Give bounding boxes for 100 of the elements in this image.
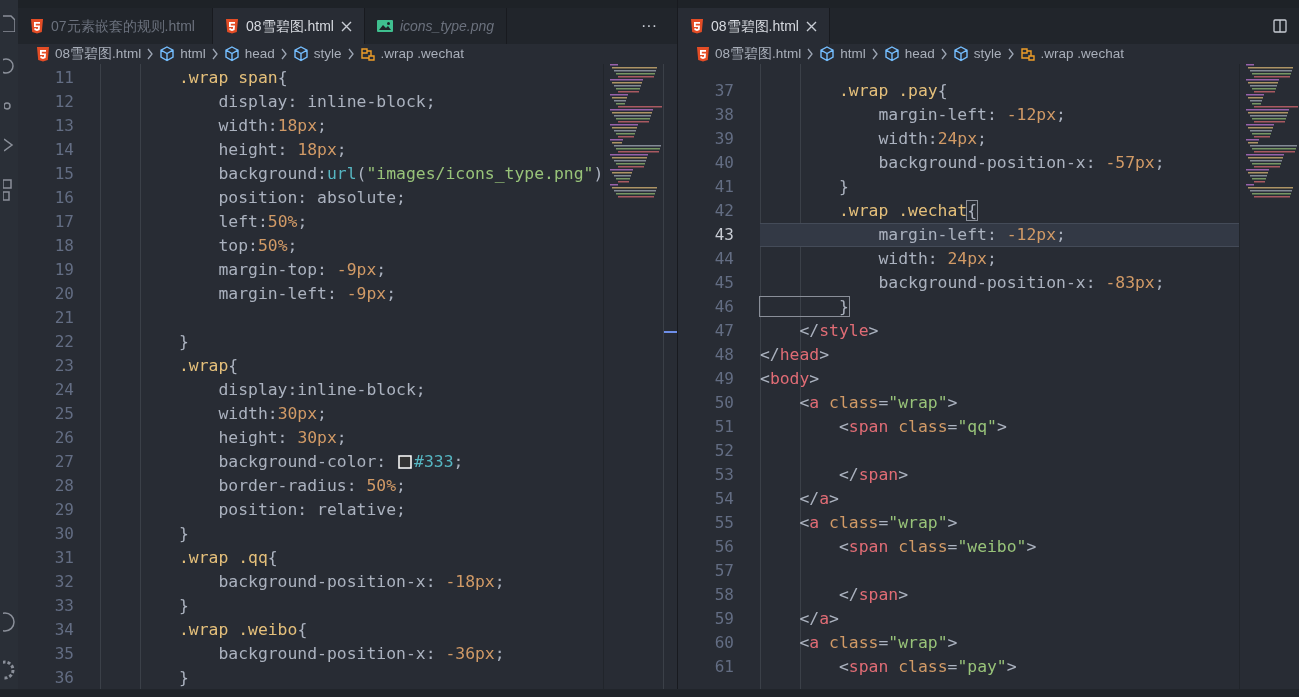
line-number: 56 [714,537,734,556]
code-text: .wrap span{ [177,67,288,89]
more-actions-button[interactable]: ··· [641,14,657,38]
line-number: 32 [54,572,74,591]
line-number: 28 [54,476,74,495]
line-number: 23 [54,356,74,375]
code-text: margin-left: -9px; [217,283,397,305]
extensions-icon[interactable] [3,178,15,202]
breadcrumb-item[interactable]: style [973,43,1002,65]
line-number: 17 [54,212,74,231]
code-text: </style> [798,320,879,342]
line-number: 51 [714,417,734,436]
breadcrumb-item[interactable]: 08雪碧图.html [55,43,142,65]
line-number: 25 [54,404,74,423]
line-number: 29 [54,500,74,519]
chevron-icon [939,48,948,60]
run-icon[interactable] [4,138,14,152]
split-editor-icon[interactable] [1273,19,1287,33]
scroll-marker [664,331,677,333]
line-number: 39 [714,129,734,148]
line-number: 54 [714,489,734,508]
breadcrumb-item[interactable]: .wrap .wechat [1040,43,1124,65]
cube-icon [952,46,969,62]
code-text: width:30px; [217,403,327,425]
selector-icon [1019,46,1036,62]
code-text: } [177,331,189,353]
code-text: border-radius: 50%; [217,475,406,497]
code-text: </a> [798,608,839,630]
code-text: background-position-x: -83px; [877,272,1165,294]
line-number: 55 [714,513,734,532]
line-number: 58 [714,585,734,604]
line-number: 33 [54,596,74,615]
line-number: 52 [714,441,734,460]
line-number: 53 [714,465,734,484]
breadcrumb-item[interactable]: 08雪碧图.html [715,43,802,65]
code-text: } [177,595,189,617]
line-number: 61 [714,657,734,676]
line-number: 13 [54,116,74,135]
line-number: 26 [54,428,74,447]
html-file-icon [30,18,44,34]
code-text: margin-top: -9px; [217,259,387,281]
cube-icon [883,46,900,62]
code-text: top:50%; [217,235,298,257]
code-text: .wrap .qq{ [177,547,278,569]
line-number: 35 [54,644,74,663]
close-icon[interactable] [805,20,817,32]
cube-icon [292,46,309,62]
line-number: 48 [714,345,734,364]
selector-icon [359,46,376,62]
editor-tab[interactable]: 08雪碧图.html [213,8,365,44]
breadcrumb-item[interactable]: .wrap .wechat [380,43,464,65]
breadcrumb-item[interactable]: html [840,43,866,65]
line-number: 46 [714,297,734,316]
line-number: 19 [54,260,74,279]
line-number: 47 [714,321,734,340]
code-text: position: absolute; [217,187,406,209]
close-icon[interactable] [340,20,352,32]
breadcrumb-item[interactable]: head [244,43,275,65]
code-text: } [760,295,849,319]
code-text: background-position-x: -18px; [217,571,505,593]
line-number: 12 [54,92,74,111]
line-number: 50 [714,393,734,412]
line-number: 41 [714,177,734,196]
code-text: <a class="wrap"> [798,392,958,414]
line-number: 18 [54,236,74,255]
cube-icon [223,46,240,62]
code-text: } [177,667,189,689]
line-number: 30 [54,524,74,543]
code-text: .wrap .weibo{ [177,619,308,641]
code-text: display:inline-block; [217,379,426,401]
breadcrumb-item[interactable]: head [904,43,935,65]
files-icon[interactable] [3,14,15,32]
code-text: #333; [414,451,464,473]
breadcrumb-item[interactable]: html [180,43,206,65]
code-text: <a class="wrap"> [798,632,958,654]
code-text: } [837,176,849,198]
code-text: height: 30px; [217,427,347,449]
code-text: </span> [837,464,909,486]
code-text: </a> [798,488,839,510]
editor-tab[interactable]: 08雪碧图.html [678,8,830,44]
chevron-icon [870,48,879,60]
html-file-icon [696,46,710,62]
breadcrumb-item[interactable]: style [313,43,342,65]
code-text: .wrap .wechat{ [837,200,978,222]
line-number: 36 [54,668,74,687]
line-number: 37 [714,81,734,100]
line-number: 11 [54,68,74,87]
code-text: </span> [837,584,909,606]
code-text: background-position-x: -36px; [217,643,505,665]
line-number: 14 [54,140,74,159]
code-text: display: inline-block; [217,91,436,113]
cube-icon [819,46,836,62]
code-text: <span class="pay"> [837,656,1017,678]
color-swatch-icon[interactable] [398,455,413,469]
code-text: width:24px; [877,128,987,150]
image-icon [376,19,393,33]
minimap-drawing[interactable] [1246,64,1298,198]
code-text: background:url("images/icons_type.png") [217,163,604,185]
line-number: 34 [54,620,74,639]
minimap-drawing[interactable] [610,64,663,198]
